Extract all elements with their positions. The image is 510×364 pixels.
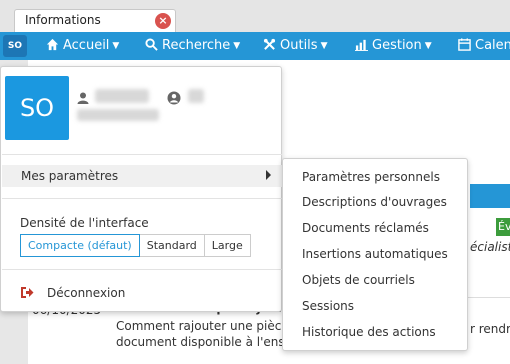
nav-outils-label: Outils: [280, 38, 318, 53]
main-navbar: SO Accueil ▼ Recherche ▼ Outils ▼ Gestion ▼ …: [0, 32, 510, 60]
mes-parametres-submenu: Paramètres personnels Descriptions d'ouv…: [282, 158, 468, 351]
divider: [2, 198, 282, 199]
close-icon[interactable]: ×: [155, 13, 171, 29]
menu-item-label: Mes paramètres: [21, 169, 119, 183]
submenu-item-sessions[interactable]: Sessions: [302, 299, 354, 313]
chevron-down-icon: ▼: [233, 41, 241, 51]
content-header-bar: [470, 184, 510, 208]
tab-strip: Informations ×: [0, 0, 510, 33]
submenu-item-objets-courriels[interactable]: Objets de courriels: [302, 273, 415, 287]
news-excerpt-line: Comment rajouter une pièce: [116, 319, 289, 333]
home-icon: [46, 38, 59, 51]
redacted-user-role: [77, 109, 159, 121]
chevron-right-icon: [266, 170, 271, 180]
menu-item-mes-parametres[interactable]: Mes paramètres: [2, 165, 282, 187]
logout-label: Déconnexion: [47, 286, 126, 300]
submenu-item-descriptions-ouvrages[interactable]: Descriptions d'ouvrages: [302, 195, 447, 209]
divider: [2, 154, 282, 155]
user-icon: [77, 92, 89, 104]
tab-label: Informations: [25, 13, 101, 27]
density-large-button[interactable]: Large: [203, 234, 251, 257]
density-compacte-button[interactable]: Compacte (défaut): [20, 234, 140, 257]
chevron-down-icon: ▼: [112, 41, 120, 51]
calendar-icon: [458, 38, 471, 51]
submenu-item-parametres-personnels[interactable]: Paramètres personnels: [302, 170, 440, 184]
density-label: Densité de l'interface: [20, 216, 149, 230]
submenu-item-documents-reclames[interactable]: Documents réclamés: [302, 221, 429, 235]
nav-calendrier[interactable]: Calen: [458, 32, 510, 60]
avatar: SO: [5, 76, 69, 140]
chevron-down-icon: ▼: [320, 41, 328, 51]
redacted-username: [95, 89, 149, 103]
news-excerpt-fragment: r rendr: [470, 322, 510, 336]
nav-gestion-label: Gestion: [372, 38, 422, 53]
nav-gestion[interactable]: Gestion ▼: [355, 32, 432, 60]
specialist-text: écialist: [470, 240, 510, 254]
logout-icon: [21, 287, 34, 298]
nav-recherche-label: Recherche: [162, 38, 231, 53]
redacted-user-id: [188, 89, 204, 103]
density-standard-button[interactable]: Standard: [138, 234, 205, 257]
user-circle-icon: [167, 91, 181, 105]
density-button-group: Compacte (défaut) Standard Large: [20, 234, 251, 257]
nav-outils[interactable]: Outils ▼: [263, 32, 328, 60]
chart-icon: [355, 39, 368, 51]
nav-recherche[interactable]: Recherche ▼: [145, 32, 240, 60]
news-excerpt-line: document disponible à l'ens: [116, 335, 285, 349]
nav-calendrier-label: Calen: [475, 38, 510, 53]
nav-accueil-label: Accueil: [63, 38, 110, 53]
user-dropdown-panel: SO Mes paramètres Densité de l'interface…: [0, 66, 282, 312]
search-icon: [145, 38, 158, 51]
submenu-item-insertions-automatiques[interactable]: Insertions automatiques: [302, 247, 448, 261]
divider: [2, 269, 282, 270]
logout-button[interactable]: Déconnexion: [20, 285, 140, 301]
user-logo-button[interactable]: SO: [3, 35, 27, 57]
nav-accueil[interactable]: Accueil ▼: [46, 32, 119, 60]
status-badge: Év: [496, 218, 510, 236]
submenu-item-historique-actions[interactable]: Historique des actions: [302, 325, 436, 339]
tab-informations[interactable]: Informations ×: [14, 9, 176, 33]
chevron-down-icon: ▼: [424, 41, 432, 51]
tools-icon: [263, 38, 276, 50]
